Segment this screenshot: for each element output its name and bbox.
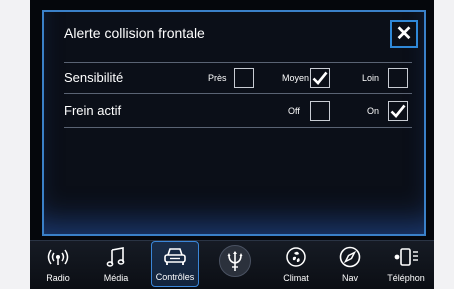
- nav-label-climate: Climat: [283, 273, 309, 283]
- nav-label-media: Média: [103, 273, 129, 283]
- sensitivity-label: Sensibilité: [64, 70, 124, 85]
- nav-phone[interactable]: Téléphon: [382, 243, 430, 287]
- trident-icon: [227, 251, 243, 271]
- close-icon: ✕: [395, 23, 413, 45]
- nav-radio[interactable]: Radio: [36, 243, 80, 287]
- checkbox-loin[interactable]: [388, 68, 408, 88]
- bottom-nav-bar: Radio Média Contrôles Climat Nav Télépho…: [30, 240, 434, 289]
- option-label-pres: Près: [208, 73, 227, 83]
- checkbox-on[interactable]: [388, 101, 408, 121]
- divider: [64, 93, 412, 94]
- nav-climate[interactable]: Climat: [274, 243, 318, 287]
- checkbox-moyen[interactable]: [310, 68, 330, 88]
- active-brake-label: Frein actif: [64, 103, 122, 118]
- checkbox-pres[interactable]: [234, 68, 254, 88]
- checkmark-icon: [390, 104, 406, 118]
- nav-label-nav: Nav: [341, 273, 358, 283]
- nav-controls[interactable]: Contrôles: [151, 241, 199, 287]
- home-trident-button[interactable]: [219, 245, 251, 277]
- nav-navigation[interactable]: Nav: [328, 243, 372, 287]
- option-label-off: Off: [288, 106, 300, 116]
- nav-media[interactable]: Média: [94, 243, 138, 287]
- head-unit-screen: Alerte collision frontale ✕ Sensibilité …: [30, 0, 434, 289]
- nav-label-radio: Radio: [46, 273, 70, 283]
- nav-label-controls: Contrôles: [155, 272, 195, 282]
- climate-fan-icon: [286, 247, 306, 267]
- music-note-icon: [106, 247, 125, 267]
- compass-icon: [339, 246, 361, 268]
- dialog-title: Alerte collision frontale: [64, 25, 205, 41]
- checkbox-off[interactable]: [310, 101, 330, 121]
- nav-label-phone: Téléphon: [387, 273, 425, 283]
- option-label-moyen: Moyen: [282, 73, 310, 83]
- phone-icon: [394, 248, 418, 266]
- checkmark-icon: [312, 71, 328, 85]
- car-icon: [164, 248, 186, 265]
- divider: [64, 127, 412, 128]
- settings-dialog: Alerte collision frontale ✕ Sensibilité …: [42, 10, 426, 236]
- close-button[interactable]: ✕: [390, 20, 418, 48]
- divider: [64, 62, 412, 63]
- option-label-loin: Loin: [362, 73, 380, 83]
- option-label-on: On: [367, 106, 380, 116]
- radio-icon: [47, 249, 69, 265]
